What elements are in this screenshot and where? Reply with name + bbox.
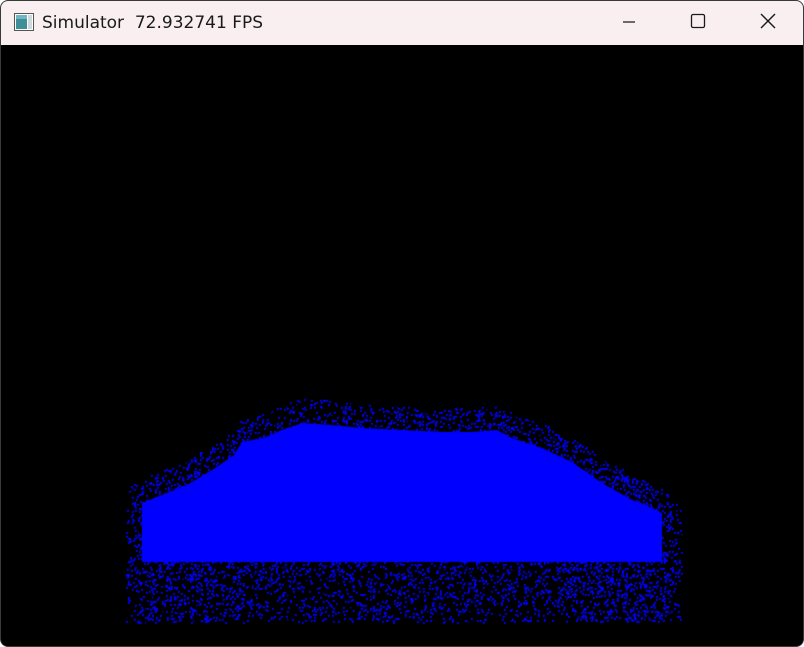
window-title: Simulator 72.932741 FPS xyxy=(42,13,264,33)
title-bar[interactable]: Simulator 72.932741 FPS xyxy=(1,1,803,45)
maximize-icon xyxy=(690,13,706,33)
close-button[interactable] xyxy=(733,1,803,45)
simulator-window: Simulator 72.932741 FPS xyxy=(0,0,804,647)
particle-canvas[interactable] xyxy=(2,45,802,645)
minimize-icon xyxy=(622,14,636,33)
simulation-viewport[interactable] xyxy=(2,45,802,645)
maximize-button[interactable] xyxy=(663,1,733,45)
window-app-icon[interactable] xyxy=(14,13,34,31)
minimize-button[interactable] xyxy=(594,1,664,45)
close-icon xyxy=(760,13,776,33)
